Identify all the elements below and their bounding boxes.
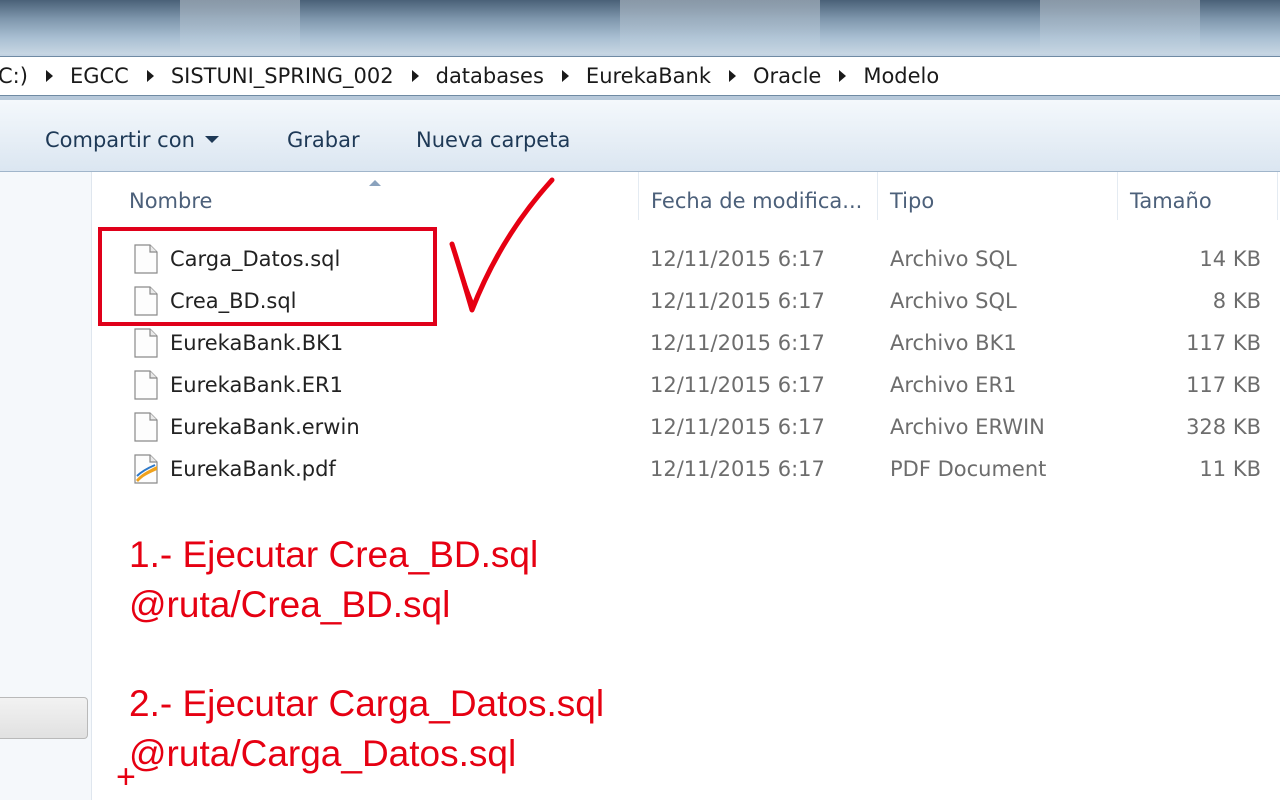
breadcrumb-modelo[interactable]: Modelo (861, 64, 941, 88)
address-bar[interactable]: C:) EGCC SISTUNI_SPRING_002 databases Eu… (0, 56, 1280, 96)
file-date: 12/11/2015 6:17 (650, 247, 825, 271)
breadcrumb-oracle[interactable]: Oracle (751, 64, 823, 88)
file-size: 328 KB (1186, 415, 1261, 439)
file-row[interactable]: EurekaBank.ER1 12/11/2015 6:17 Archivo E… (93, 365, 1280, 405)
file-type: Archivo SQL (890, 247, 1017, 271)
file-type: Archivo SQL (890, 289, 1017, 313)
column-header-date-label: Fecha de modifica... (651, 189, 863, 213)
file-date: 12/11/2015 6:17 (650, 289, 825, 313)
explorer-window: C:) EGCC SISTUNI_SPRING_002 databases Eu… (0, 0, 1280, 800)
breadcrumb-separator-arrow-icon[interactable] (839, 70, 847, 82)
breadcrumb-separator-arrow-icon[interactable] (561, 70, 569, 82)
annotation-plus: + (116, 758, 136, 796)
annotation-step1: 1.- Ejecutar Crea_BD.sql (129, 534, 539, 575)
document-icon (134, 370, 158, 400)
breadcrumb-databases[interactable]: databases (434, 64, 546, 88)
pdf-icon (134, 454, 158, 484)
breadcrumb-separator-arrow-icon[interactable] (729, 70, 736, 82)
column-header-date[interactable]: Fecha de modifica... (638, 172, 878, 220)
file-size: 117 KB (1186, 331, 1261, 355)
file-type: Archivo ER1 (890, 373, 1017, 397)
column-header-type[interactable]: Tipo (878, 172, 1118, 220)
file-name: EurekaBank.ER1 (170, 373, 343, 397)
breadcrumb-egcc[interactable]: EGCC (68, 64, 131, 88)
sort-ascending-icon (369, 180, 381, 186)
highlight-box (98, 227, 437, 326)
file-row[interactable]: EurekaBank.BK1 12/11/2015 6:17 Archivo B… (93, 323, 1280, 363)
file-size: 117 KB (1186, 373, 1261, 397)
chevron-down-icon (204, 135, 219, 143)
file-date: 12/11/2015 6:17 (650, 373, 825, 397)
file-type: Archivo ERWIN (890, 415, 1045, 439)
breadcrumb-separator-arrow-icon[interactable] (146, 70, 154, 82)
file-date: 12/11/2015 6:17 (650, 457, 825, 481)
address-bar-area: C:) EGCC SISTUNI_SPRING_002 databases Eu… (0, 54, 1280, 100)
new-folder-button[interactable]: Nueva carpeta (416, 128, 570, 152)
breadcrumb-drive[interactable]: C:) (0, 64, 30, 88)
navigation-pane-scrollbar[interactable] (0, 697, 88, 739)
annotation-step2-command: @ruta/Carga_Datos.sql (129, 733, 517, 774)
command-toolbar: Compartir con Grabar Nueva carpeta (0, 100, 1280, 172)
breadcrumb-separator-arrow-icon[interactable] (45, 70, 53, 82)
file-size: 8 KB (1212, 289, 1261, 313)
file-size: 11 KB (1199, 457, 1261, 481)
column-header-size[interactable]: Tamaño (1118, 172, 1278, 220)
share-with-button[interactable]: Compartir con (45, 128, 219, 152)
column-header-size-label: Tamaño (1130, 189, 1212, 213)
column-header-name-label: Nombre (129, 189, 213, 213)
column-header-type-label: Tipo (890, 189, 935, 213)
file-date: 12/11/2015 6:17 (650, 331, 825, 355)
breadcrumb-separator-arrow-icon[interactable] (411, 70, 419, 82)
file-size: 14 KB (1199, 247, 1261, 271)
file-name: EurekaBank.BK1 (170, 331, 344, 355)
annotation-step1-command: @ruta/Crea_BD.sql (129, 584, 451, 625)
file-type: PDF Document (890, 457, 1047, 481)
document-icon (134, 412, 158, 442)
title-bar (0, 0, 1280, 54)
file-name: EurekaBank.pdf (170, 457, 336, 481)
breadcrumb-eurekabank[interactable]: EurekaBank (584, 64, 713, 88)
share-with-label: Compartir con (45, 128, 195, 152)
file-name: EurekaBank.erwin (170, 415, 360, 439)
breadcrumb-sistuni-spring[interactable]: SISTUNI_SPRING_002 (169, 64, 396, 88)
annotation-step2: 2.- Ejecutar Carga_Datos.sql (129, 683, 605, 724)
checkmark-icon (449, 177, 555, 313)
document-icon (134, 328, 158, 358)
file-row[interactable]: EurekaBank.erwin 12/11/2015 6:17 Archivo… (93, 407, 1280, 447)
file-date: 12/11/2015 6:17 (650, 415, 825, 439)
burn-button[interactable]: Grabar (287, 128, 360, 152)
file-type: Archivo BK1 (890, 331, 1017, 355)
file-row[interactable]: EurekaBank.pdf 12/11/2015 6:17 PDF Docum… (93, 449, 1280, 489)
